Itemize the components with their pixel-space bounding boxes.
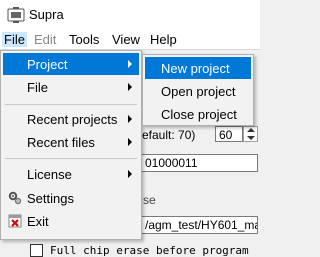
app-logo-icon	[7, 7, 25, 23]
menu-item-label: Recent projects	[27, 112, 118, 127]
file-path-field[interactable]: /agm_test/HY601_mas	[141, 216, 258, 234]
full-chip-erase-checkbox[interactable]	[30, 244, 43, 257]
spin-down-icon[interactable]	[247, 136, 255, 140]
menu-item-label: License	[27, 167, 72, 182]
menu-item-settings[interactable]: Settings	[3, 187, 139, 209]
hex-value-field[interactable]: 01000011	[141, 154, 258, 172]
chevron-right-icon	[128, 170, 132, 178]
menu-item-label: Project	[27, 57, 68, 72]
menu-help[interactable]: Help	[148, 32, 179, 47]
default-value-label: efault: 70)	[142, 128, 196, 142]
menu-item-project[interactable]: Project	[3, 53, 139, 75]
spin-buttons[interactable]	[243, 126, 258, 142]
menu-file[interactable]: File	[2, 32, 27, 47]
menu-item-label: File	[27, 80, 48, 95]
full-chip-erase-label: Full chip erase before program	[50, 244, 249, 257]
menu-item-file[interactable]: File	[3, 76, 139, 98]
menu-view[interactable]: View	[110, 32, 142, 47]
menu-item-recent-files[interactable]: Recent files	[3, 131, 139, 153]
submenu-item-close-project[interactable]: Close project	[145, 103, 251, 125]
default-value-spinbox[interactable]: 60	[215, 126, 243, 142]
menu-item-recent-projects[interactable]: Recent projects	[3, 108, 139, 130]
menu-item-label: Settings	[27, 191, 74, 206]
menu-separator	[5, 104, 137, 105]
spin-up-icon[interactable]	[247, 128, 255, 132]
chevron-right-icon	[128, 83, 132, 91]
partial-label: se	[143, 193, 156, 207]
submenu-item-label: Close project	[161, 107, 237, 122]
chevron-right-icon	[128, 115, 132, 123]
window-title: Supra	[29, 7, 64, 22]
exit-icon	[8, 214, 22, 228]
chevron-right-icon	[128, 60, 132, 68]
title-bar: Supra	[0, 0, 260, 30]
menu-item-label: Recent files	[27, 135, 95, 150]
submenu-item-label: Open project	[161, 84, 236, 99]
project-submenu: New project Open project Close project	[142, 54, 254, 126]
menu-item-exit[interactable]: Exit	[3, 210, 139, 232]
chevron-right-icon	[128, 138, 132, 146]
menu-item-license[interactable]: License	[3, 163, 139, 185]
submenu-item-label: New project	[161, 61, 230, 76]
menu-bar: File Edit Tools View Help	[0, 30, 260, 50]
menu-separator	[5, 158, 137, 159]
settings-icon	[8, 191, 22, 205]
file-menu: Project File Recent projects Recent file…	[0, 50, 142, 240]
submenu-item-open-project[interactable]: Open project	[145, 80, 251, 102]
menu-tools[interactable]: Tools	[67, 32, 101, 47]
menu-edit[interactable]: Edit	[32, 32, 58, 47]
menu-item-label: Exit	[27, 214, 49, 229]
submenu-item-new-project[interactable]: New project	[145, 57, 251, 79]
